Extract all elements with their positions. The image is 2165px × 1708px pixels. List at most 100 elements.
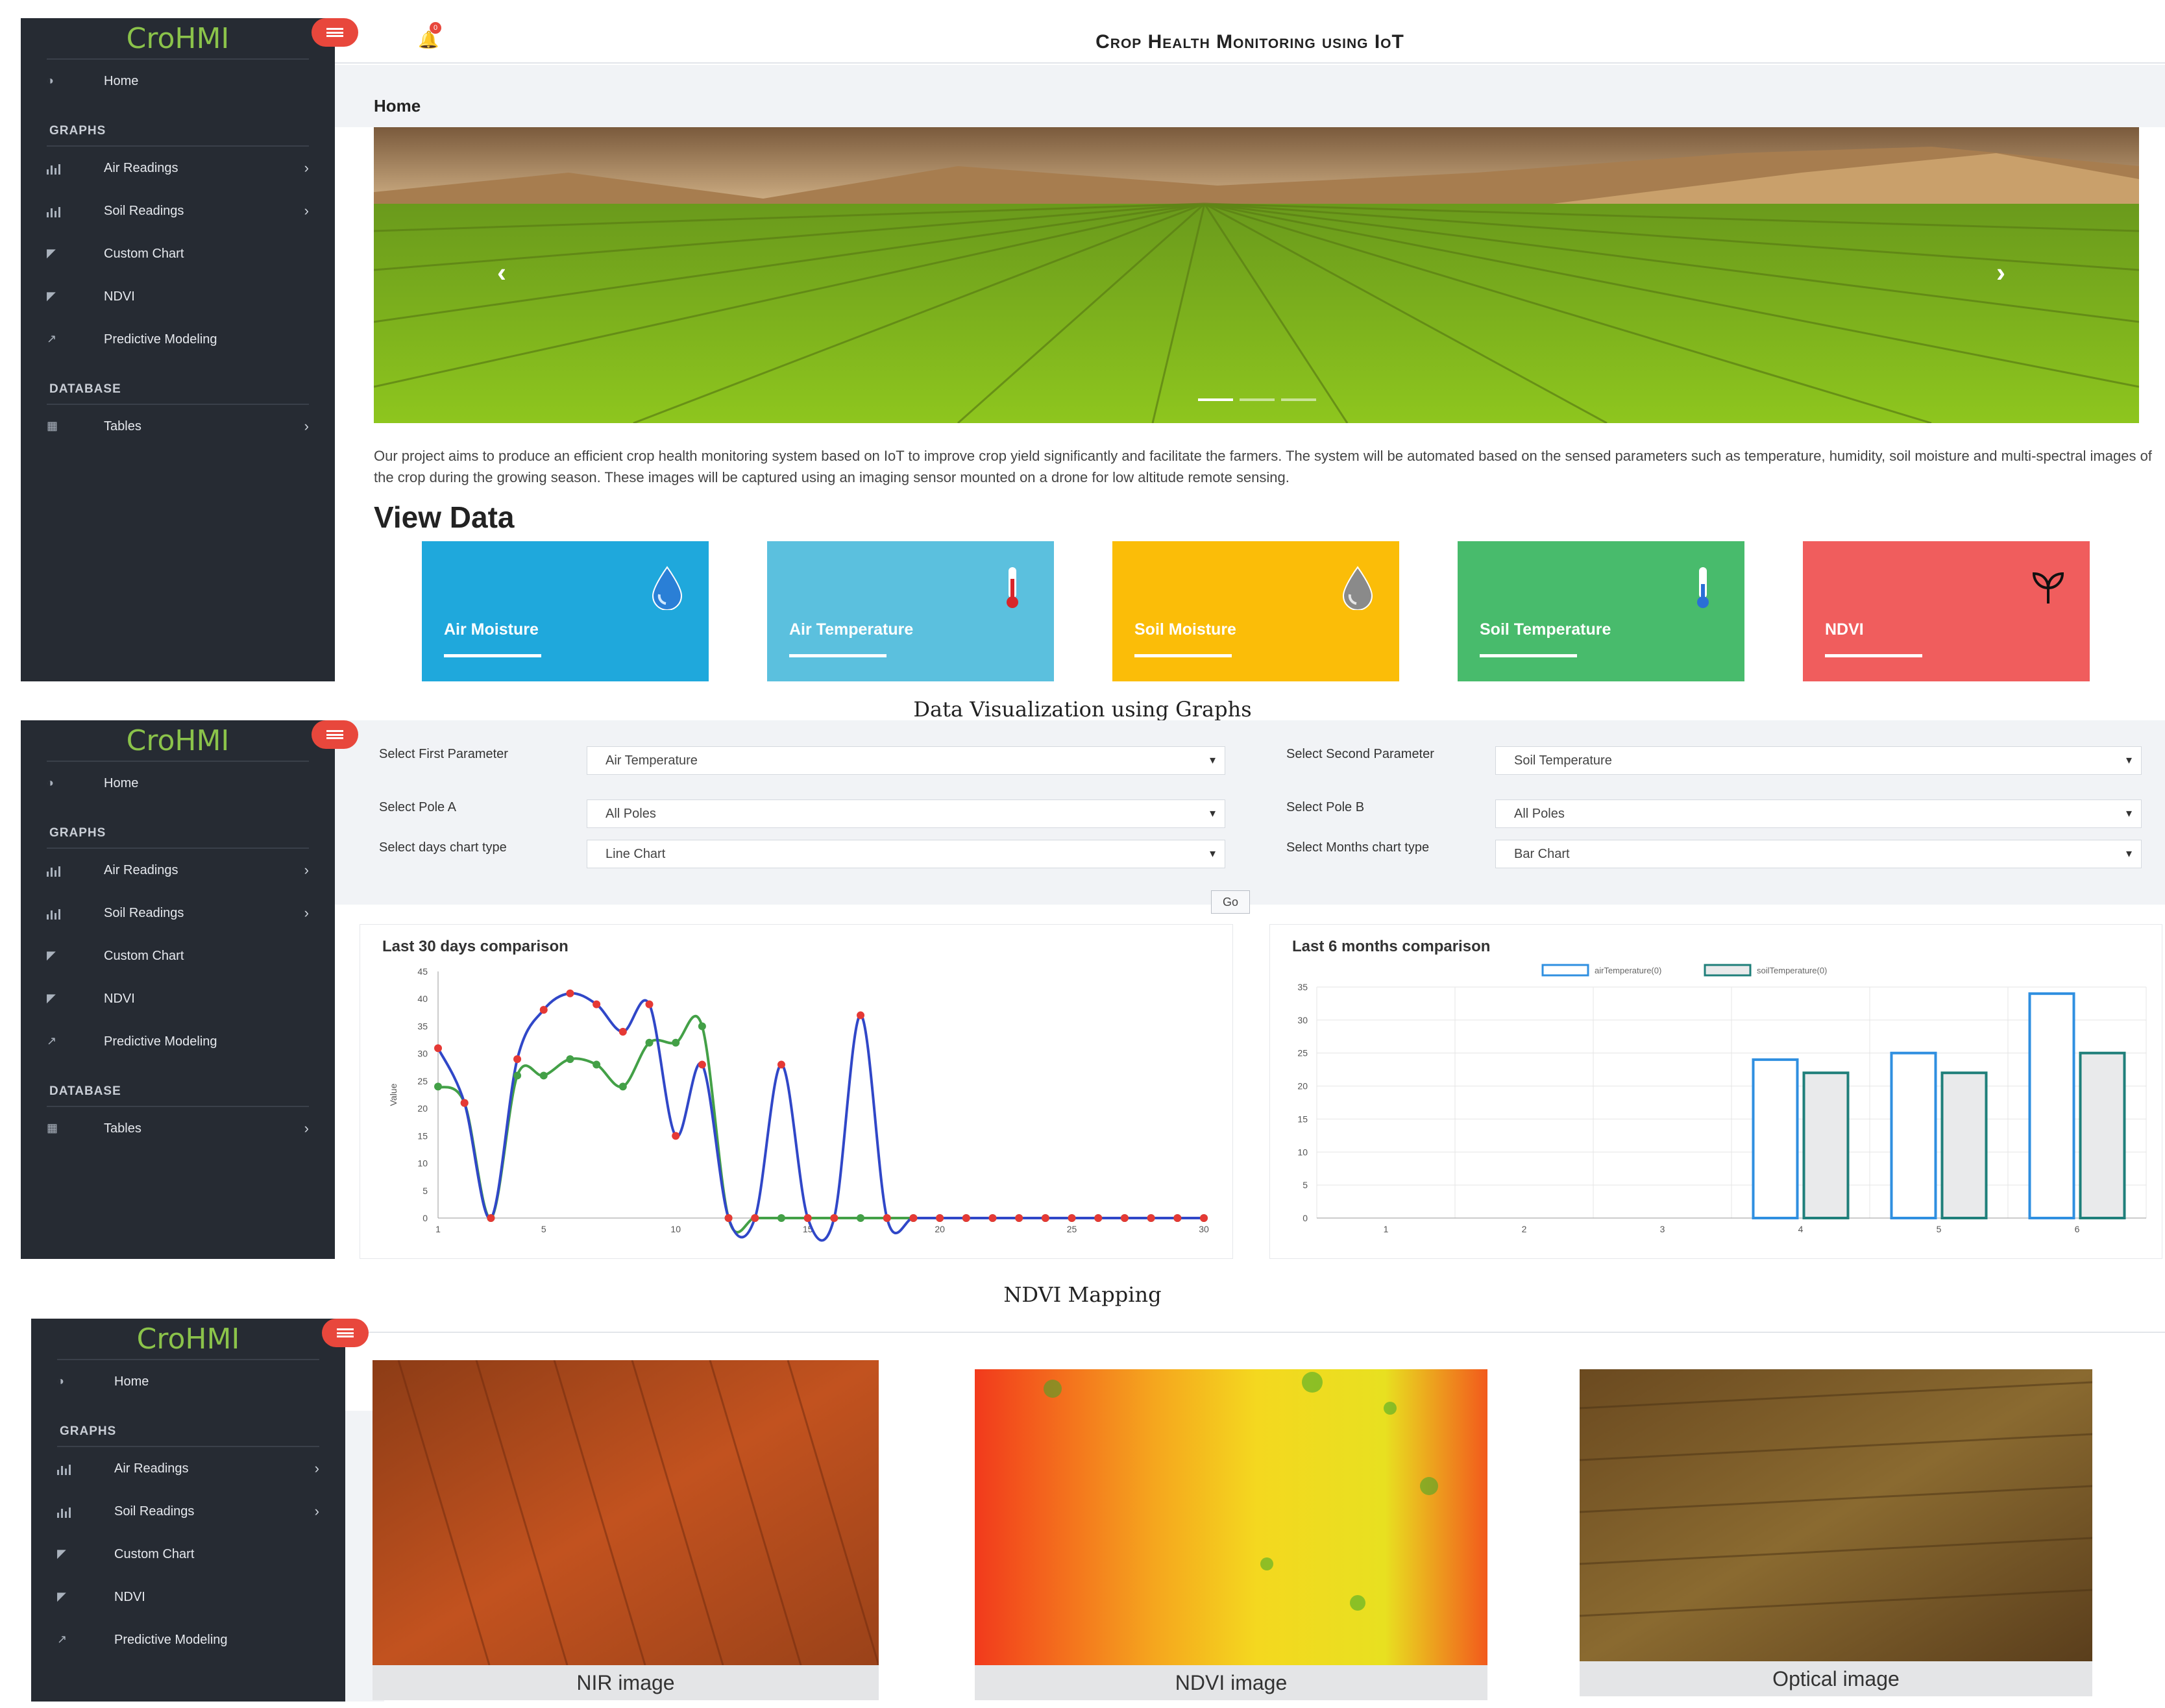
hero-carousel[interactable]: ‹ ›	[374, 127, 2139, 423]
ndvi-image-tile[interactable]: NDVI image	[975, 1369, 1487, 1702]
data-point	[434, 1082, 442, 1091]
sidebar-item-soil-readings[interactable]: Soil Readings ›	[21, 892, 335, 934]
y-tick-label: 45	[417, 966, 428, 977]
days-chart-label: Select days chart type	[379, 840, 507, 855]
second-param-select[interactable]: Soil Temperature	[1495, 746, 2142, 775]
sidebar-item-air-readings[interactable]: Air Readings ›	[21, 849, 335, 892]
carousel-prev-button[interactable]: ‹	[497, 257, 506, 288]
data-point	[539, 1071, 548, 1080]
tile-air-moisture[interactable]: Air Moisture	[422, 541, 709, 681]
days-chart-card: Last 30 days comparison 0 5 10 15 20 25 30 35 40…	[360, 924, 1233, 1259]
y-tick-label: 15	[417, 1130, 428, 1141]
nir-image	[373, 1360, 880, 1666]
sidebar-item-predictive-modeling[interactable]: ↗ Predictive Modeling	[21, 318, 335, 361]
hamburger-icon	[337, 1328, 354, 1337]
caption-ndvi: NDVI Mapping	[1003, 1282, 1162, 1307]
sidebar-item-soil-readings[interactable]: Soil Readings ›	[21, 189, 335, 232]
pole-a-select[interactable]: All Poles	[587, 799, 1225, 828]
sidebar-item-home[interactable]: ◑ Home	[31, 1360, 345, 1403]
bar	[1890, 1051, 1937, 1219]
data-point	[988, 1214, 997, 1222]
pole-b-select[interactable]: All Poles	[1495, 799, 2142, 828]
nir-image-tile[interactable]: NIR image	[373, 1360, 880, 1702]
tile-ndvi[interactable]: NDVI	[1803, 541, 2090, 681]
go-button[interactable]: Go	[1211, 890, 1250, 914]
sidebar-item-label: Predictive Modeling	[104, 332, 217, 347]
x-tick-label: 4	[1798, 1224, 1804, 1234]
sidebar-item-soil-readings[interactable]: Soil Readings ›	[31, 1490, 345, 1533]
chevron-right-icon: ›	[314, 1503, 319, 1519]
brand-logo[interactable]: CroHMI	[47, 18, 309, 60]
sidebar-item-air-readings[interactable]: Air Readings ›	[21, 147, 335, 189]
bar	[2028, 992, 2075, 1220]
sidebar-item-air-readings[interactable]: Air Readings ›	[31, 1447, 345, 1490]
bar-chart-icon	[47, 907, 62, 920]
sidebar-item-custom-chart[interactable]: ◤ Custom Chart	[21, 232, 335, 275]
sidebar-item-label: Predictive Modeling	[114, 1632, 228, 1647]
sidebar-item-predictive-modeling[interactable]: ↗ Predictive Modeling	[21, 1020, 335, 1063]
data-point	[936, 1214, 944, 1222]
carousel-indicator[interactable]	[1281, 398, 1316, 401]
data-point	[434, 1044, 442, 1053]
y-tick-label: 35	[1297, 982, 1308, 992]
sidebar-item-tables[interactable]: ▦ Tables ›	[21, 405, 335, 448]
sidebar-item-custom-chart[interactable]: ◤ Custom Chart	[31, 1533, 345, 1576]
tile-soil-temperature[interactable]: Soil Temperature	[1458, 541, 1744, 681]
sidebar-item-home[interactable]: ◑ Home	[21, 60, 335, 103]
brand-logo[interactable]: CroHMI	[57, 1319, 319, 1360]
menu-toggle-button[interactable]	[312, 18, 358, 47]
y-tick-label: 30	[1297, 1015, 1308, 1025]
legend-swatch	[1704, 964, 1752, 977]
x-tick-label: 6	[2075, 1224, 2080, 1234]
x-tick-label: 5	[1937, 1224, 1942, 1234]
menu-toggle-button[interactable]	[312, 720, 358, 749]
bar-chart-icon	[57, 1505, 73, 1518]
data-point	[857, 1011, 865, 1019]
first-param-select[interactable]: Air Temperature	[587, 746, 1225, 775]
view-data-heading: View Data	[374, 500, 515, 534]
sidebar-item-label: Home	[114, 1374, 149, 1389]
table-icon: ▦	[47, 419, 58, 432]
x-tick-label: 10	[670, 1224, 681, 1234]
y-tick-label: 0	[1303, 1213, 1308, 1223]
data-point	[618, 1082, 627, 1091]
data-point	[645, 1038, 654, 1047]
chart-filter-form: Select First Parameter Air Temperature S…	[335, 720, 2165, 905]
line-chart-icon: ↗	[57, 1633, 67, 1646]
data-point	[1015, 1214, 1023, 1222]
tile-underline	[444, 654, 541, 657]
carousel-indicator[interactable]	[1198, 398, 1233, 401]
carousel-indicator[interactable]	[1240, 398, 1275, 401]
y-axis-label: Value	[388, 1083, 398, 1106]
bar	[1752, 1058, 1799, 1219]
tile-label: NDVI	[1825, 620, 1864, 639]
carousel-next-button[interactable]: ›	[1996, 257, 2005, 288]
y-tick-label: 30	[417, 1049, 428, 1059]
data-tiles: Air Moisture Air Temperature Soil Moistu…	[422, 541, 2090, 681]
image-caption: NIR image	[373, 1665, 879, 1700]
breadcrumb-bar: Home	[335, 65, 2165, 127]
tile-air-temperature[interactable]: Air Temperature	[767, 541, 1054, 681]
crop-field-image	[374, 127, 2139, 423]
sidebar-item-custom-chart[interactable]: ◤ Custom Chart	[21, 934, 335, 977]
sidebar-item-home[interactable]: ◑ Home	[21, 762, 335, 805]
sidebar-item-ndvi[interactable]: ◤ NDVI	[21, 275, 335, 318]
data-point	[830, 1214, 838, 1222]
sidebar-item-tables[interactable]: ▦ Tables ›	[21, 1107, 335, 1150]
months-chart-select[interactable]: Bar Chart	[1495, 840, 2142, 868]
graphs-screen: CroHMI ◑ Home GRAPHS Air Readings › Soil…	[21, 720, 2165, 1259]
sidebar-item-predictive-modeling[interactable]: ↗ Predictive Modeling	[31, 1618, 345, 1661]
sidebar-item-ndvi[interactable]: ◤ NDVI	[31, 1576, 345, 1618]
chevron-right-icon: ›	[304, 418, 309, 434]
sidebar-item-label: NDVI	[104, 289, 135, 304]
days-chart-select[interactable]: Line Chart	[587, 840, 1225, 868]
brand-logo[interactable]: CroHMI	[47, 720, 309, 762]
sidebar-item-ndvi[interactable]: ◤ NDVI	[21, 977, 335, 1020]
tile-soil-moisture[interactable]: Soil Moisture	[1112, 541, 1399, 681]
menu-toggle-button[interactable]	[322, 1319, 369, 1347]
chevron-right-icon: ›	[314, 1460, 319, 1476]
tile-label: Air Moisture	[444, 620, 539, 639]
x-tick-label: 2	[1522, 1224, 1527, 1234]
optical-image-tile[interactable]: Optical image	[1579, 1369, 2093, 1698]
breadcrumb[interactable]: Home	[374, 96, 421, 116]
